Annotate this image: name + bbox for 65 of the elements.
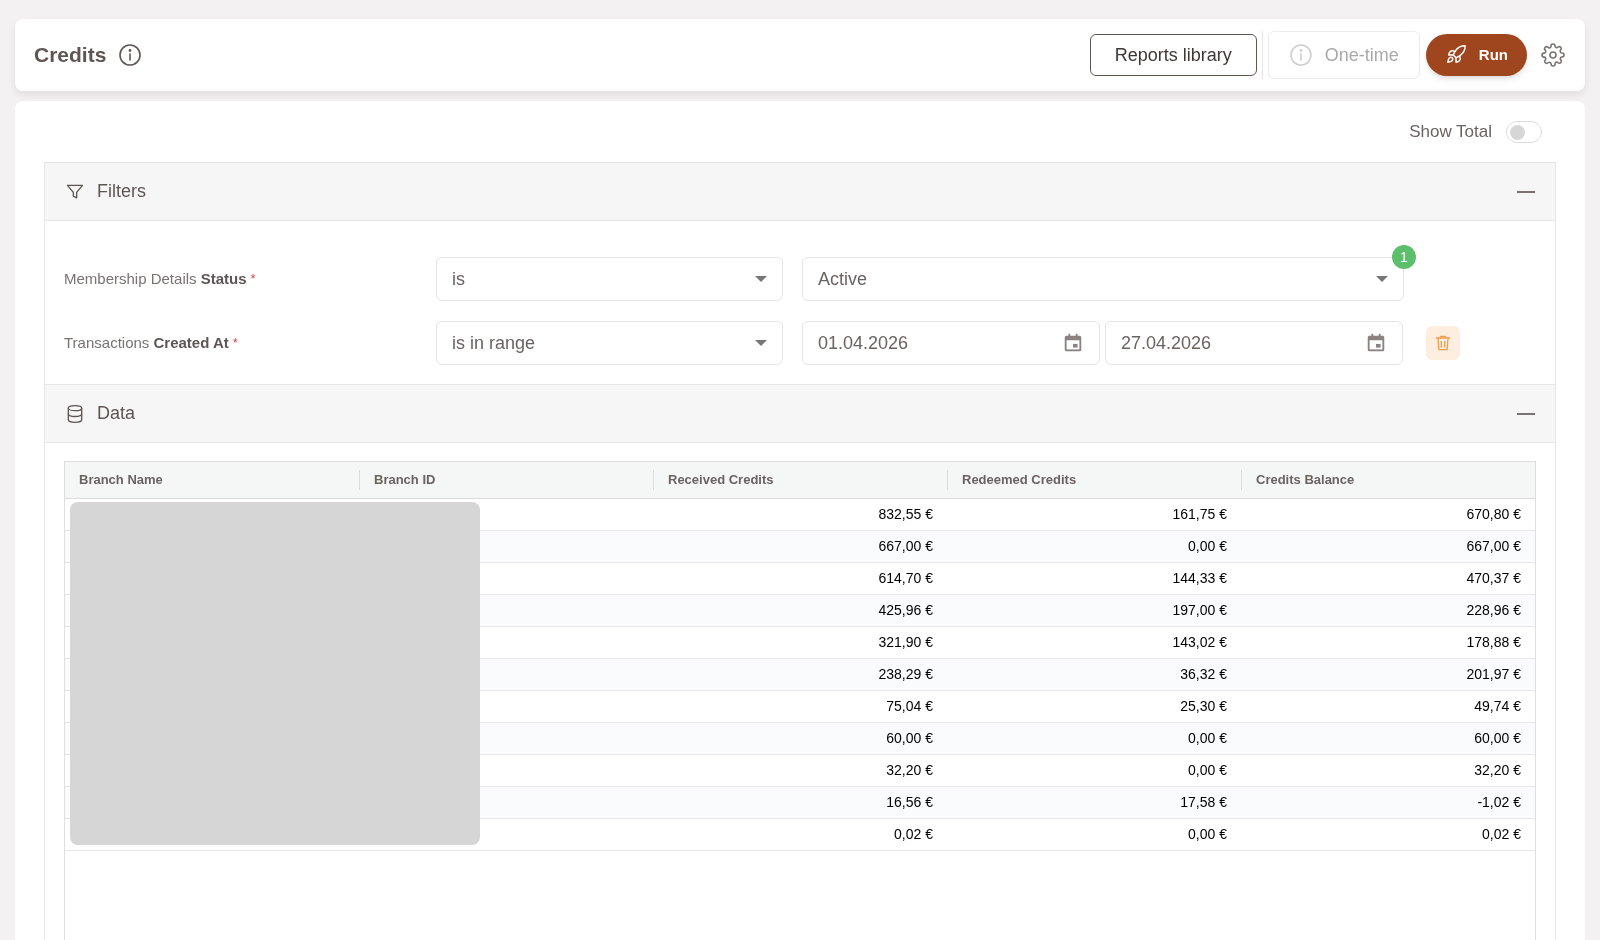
table-cell-text: 832,55 €	[877, 505, 934, 524]
calendar-icon	[1062, 332, 1084, 354]
table-cell-text: 25,30 €	[1179, 697, 1228, 716]
table-cell-text: 60,00 €	[885, 729, 934, 748]
rocket-icon	[1444, 44, 1467, 66]
database-icon	[65, 403, 85, 424]
show-total-toggle[interactable]	[1506, 121, 1542, 143]
table-cell-text: -1,02 €	[1476, 793, 1522, 812]
table-cell-text: 238,29 €	[877, 665, 934, 684]
table-cell-text: 0,00 €	[1187, 825, 1228, 844]
section-title: Data	[97, 402, 136, 425]
run-button[interactable]: Run	[1425, 34, 1527, 76]
table-cell-text: 201,97 €	[1465, 665, 1522, 684]
table-cell-text: 32,20 €	[1473, 761, 1522, 780]
column-header[interactable]: Branch Name	[65, 470, 359, 490]
table-cell-text: 667,00 €	[877, 537, 934, 556]
show-total-label: Show Total	[1409, 121, 1492, 144]
table-cell-text: 49,74 €	[1473, 697, 1522, 716]
table-cell-text: 228,96 €	[1465, 601, 1522, 620]
count-badge: 1	[1392, 245, 1416, 269]
table-cell-text: 36,32 €	[1179, 665, 1228, 684]
trash-icon	[1433, 333, 1453, 353]
column-header[interactable]: Redeemed Credits	[947, 470, 1241, 490]
table-cell-text: 144,33 €	[1171, 569, 1228, 588]
date-field[interactable]: 01.04.2026	[802, 321, 1100, 365]
info-icon	[118, 43, 143, 67]
table-cell-text: 614,70 €	[877, 569, 934, 588]
table-cell-text: 17,58 €	[1179, 793, 1228, 812]
page-title: Credits	[34, 42, 107, 69]
section-title: Filters	[97, 180, 146, 203]
table-cell-text: 161,75 €	[1171, 505, 1228, 524]
table-cell-text: 667,00 €	[1465, 537, 1522, 556]
table-cell-text: 143,02 €	[1171, 633, 1228, 652]
info-icon	[1288, 43, 1313, 67]
caret-icon	[1376, 276, 1388, 282]
table-cell-text: 0,00 €	[1187, 729, 1228, 748]
table-cell-text: 0,00 €	[1187, 537, 1228, 556]
table-cell-text: 321,90 €	[877, 633, 934, 652]
table-cell-text: 32,20 €	[885, 761, 934, 780]
table-cell-text: 0,02 €	[1481, 825, 1522, 844]
calendar-icon	[1365, 332, 1387, 354]
reports-library-button[interactable]: Reports library	[1089, 34, 1257, 76]
table-cell-text: 75,04 €	[885, 697, 934, 716]
date-field[interactable]: 27.04.2026	[1105, 321, 1403, 365]
operator-dropdown[interactable]: is	[436, 257, 783, 301]
table-cell-text: 0,00 €	[1187, 761, 1228, 780]
required-mark: *	[250, 270, 256, 289]
table-cell-text: 425,96 €	[877, 601, 934, 620]
table-cell-text: 197,00 €	[1171, 601, 1228, 620]
filter-label: Transactions Created At	[64, 332, 229, 353]
caret-icon	[755, 340, 767, 346]
column-header[interactable]: Received Credits	[653, 470, 947, 490]
table-cell-text: 670,80 €	[1465, 505, 1522, 524]
caret-icon	[755, 276, 767, 282]
column-header[interactable]: Branch ID	[359, 470, 653, 490]
table-cell-text: 16,56 €	[885, 793, 934, 812]
table-cell-text: 0,02 €	[893, 825, 934, 844]
table-cell-text: 470,37 €	[1465, 569, 1522, 588]
operator-dropdown[interactable]: is in range	[436, 321, 783, 365]
table-cell-text: 60,00 €	[1473, 729, 1522, 748]
table-cell-text: 178,88 €	[1465, 633, 1522, 652]
settings-icon	[1541, 43, 1565, 67]
filter-label: Membership Details Status	[64, 268, 247, 289]
column-header[interactable]: Credits Balance	[1241, 470, 1535, 490]
required-mark: *	[232, 334, 238, 353]
